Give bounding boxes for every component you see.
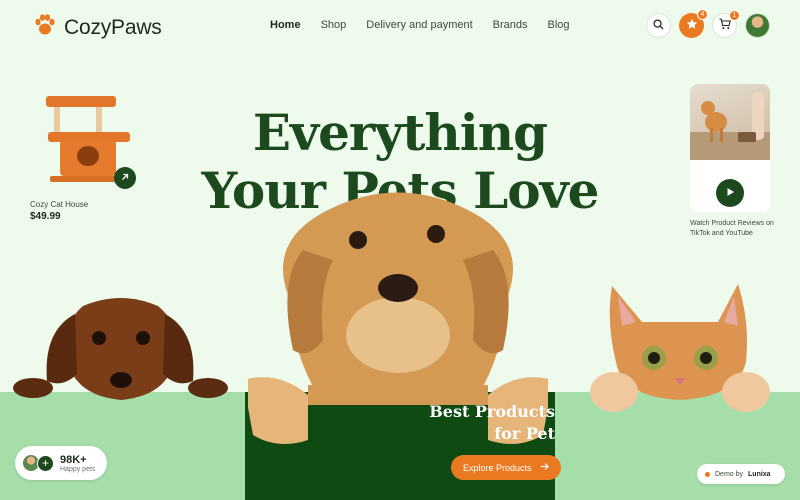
cart-icon	[719, 17, 731, 35]
orange-cat-image	[588, 282, 773, 422]
promo-title: Best Products for Pet	[429, 402, 555, 443]
demo-prefix: Demo by	[715, 470, 744, 478]
header-actions: 4 1	[646, 9, 770, 38]
happy-pets-stat: + 98K+ Happy pets	[15, 446, 107, 480]
video-review-card[interactable]	[690, 84, 770, 212]
video-caption: Watch Product Reviews on TikTok and YouT…	[690, 220, 774, 237]
paw-icon	[32, 12, 58, 43]
explore-products-button[interactable]: Explore Products	[451, 455, 561, 480]
cart-count-badge: 1	[729, 10, 740, 21]
plus-icon: +	[37, 454, 54, 472]
user-avatar[interactable]	[745, 13, 770, 38]
arrow-up-right-icon	[120, 169, 130, 187]
play-icon	[725, 184, 735, 202]
search-icon	[653, 17, 664, 35]
arrow-right-icon	[540, 462, 549, 473]
nav-brands[interactable]: Brands	[493, 19, 528, 31]
play-button[interactable]	[716, 179, 744, 207]
explore-products-label: Explore Products	[463, 462, 532, 473]
demo-name: Lunixa	[748, 470, 771, 478]
brand-logo[interactable]: CozyPaws	[32, 12, 162, 43]
search-button[interactable]	[646, 13, 671, 38]
nav-home[interactable]: Home	[270, 19, 301, 31]
nav-shop[interactable]: Shop	[321, 19, 347, 31]
star-icon	[686, 17, 698, 35]
nav-blog[interactable]: Blog	[548, 19, 570, 31]
nav-delivery-and-payment[interactable]: Delivery and payment	[366, 19, 472, 31]
product-name: Cozy Cat House	[30, 200, 89, 209]
demo-badge[interactable]: Demo by Lunixa	[697, 464, 785, 484]
brand-name: CozyPaws	[64, 15, 162, 39]
view-product-button[interactable]	[114, 167, 136, 189]
stat-label: Happy pets	[60, 465, 96, 473]
stat-value: 98K+	[60, 453, 87, 466]
stat-text: 98K+ Happy pets	[60, 454, 95, 473]
favorites-button[interactable]: 4	[679, 9, 708, 38]
main-nav: Home Shop Delivery and payment Brands Bl…	[270, 19, 570, 31]
status-dot-icon	[705, 471, 710, 477]
video-thumbnail	[690, 84, 770, 160]
product-price: $49.99	[30, 211, 61, 222]
cart-button[interactable]: 1	[712, 10, 740, 38]
favorites-count-badge: 4	[697, 9, 708, 20]
dachshund-image	[13, 296, 228, 406]
